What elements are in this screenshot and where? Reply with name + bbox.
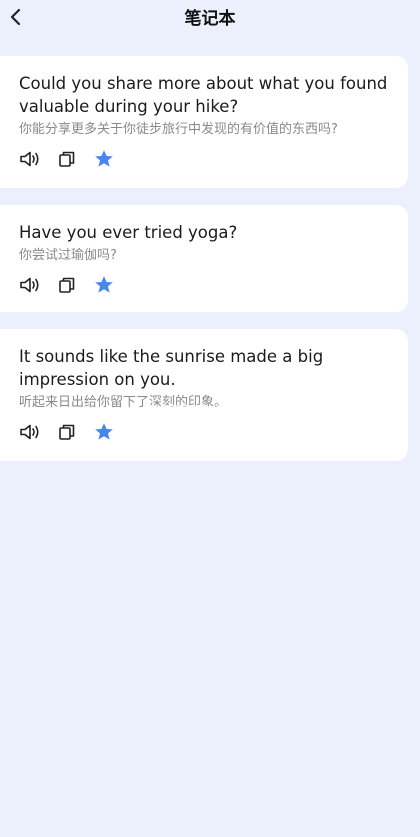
copy-button[interactable]	[56, 274, 78, 296]
star-icon	[95, 150, 113, 167]
header: 笔记本	[0, 0, 420, 34]
note-english-text: Could you share more about what you foun…	[19, 74, 388, 116]
note-actions	[19, 274, 390, 296]
chevron-left-icon	[10, 8, 21, 26]
note-chinese-text: 你尝试过瑜伽吗?	[19, 248, 117, 263]
note-chinese-text: 听起来日出给你留下了深刻的印象。	[19, 395, 228, 410]
star-icon	[95, 276, 113, 293]
note-english-text: Have you ever tried yoga?	[19, 223, 238, 242]
note-actions	[19, 148, 390, 170]
back-button[interactable]	[2, 3, 30, 31]
star-icon	[95, 423, 113, 440]
copy-button[interactable]	[56, 148, 78, 170]
note-english-text: It sounds like the sunrise made a big im…	[19, 347, 324, 389]
page-title: 笔记本	[184, 8, 236, 29]
speak-button[interactable]	[19, 274, 41, 296]
note-card: Have you ever tried yoga? 你尝试过瑜伽吗?	[0, 205, 408, 312]
copy-button[interactable]	[56, 421, 78, 443]
copy-icon	[59, 277, 75, 293]
note-card: Could you share more about what you foun…	[0, 56, 408, 188]
speak-button[interactable]	[19, 421, 41, 443]
speaker-icon	[20, 277, 39, 293]
favorite-button[interactable]	[93, 274, 115, 296]
note-card: It sounds like the sunrise made a big im…	[0, 329, 408, 461]
notes-list: Could you share more about what you foun…	[0, 34, 420, 461]
note-chinese-text: 你能分享更多关于你徒步旅行中发现的有价值的东西吗?	[19, 122, 338, 137]
copy-icon	[59, 151, 75, 167]
speaker-icon	[20, 424, 39, 440]
note-actions	[19, 421, 390, 443]
favorite-button[interactable]	[93, 421, 115, 443]
notebook-screen: 笔记本 Could you share more about what you …	[0, 0, 420, 837]
speaker-icon	[20, 151, 39, 167]
speak-button[interactable]	[19, 148, 41, 170]
copy-icon	[59, 424, 75, 440]
favorite-button[interactable]	[93, 148, 115, 170]
